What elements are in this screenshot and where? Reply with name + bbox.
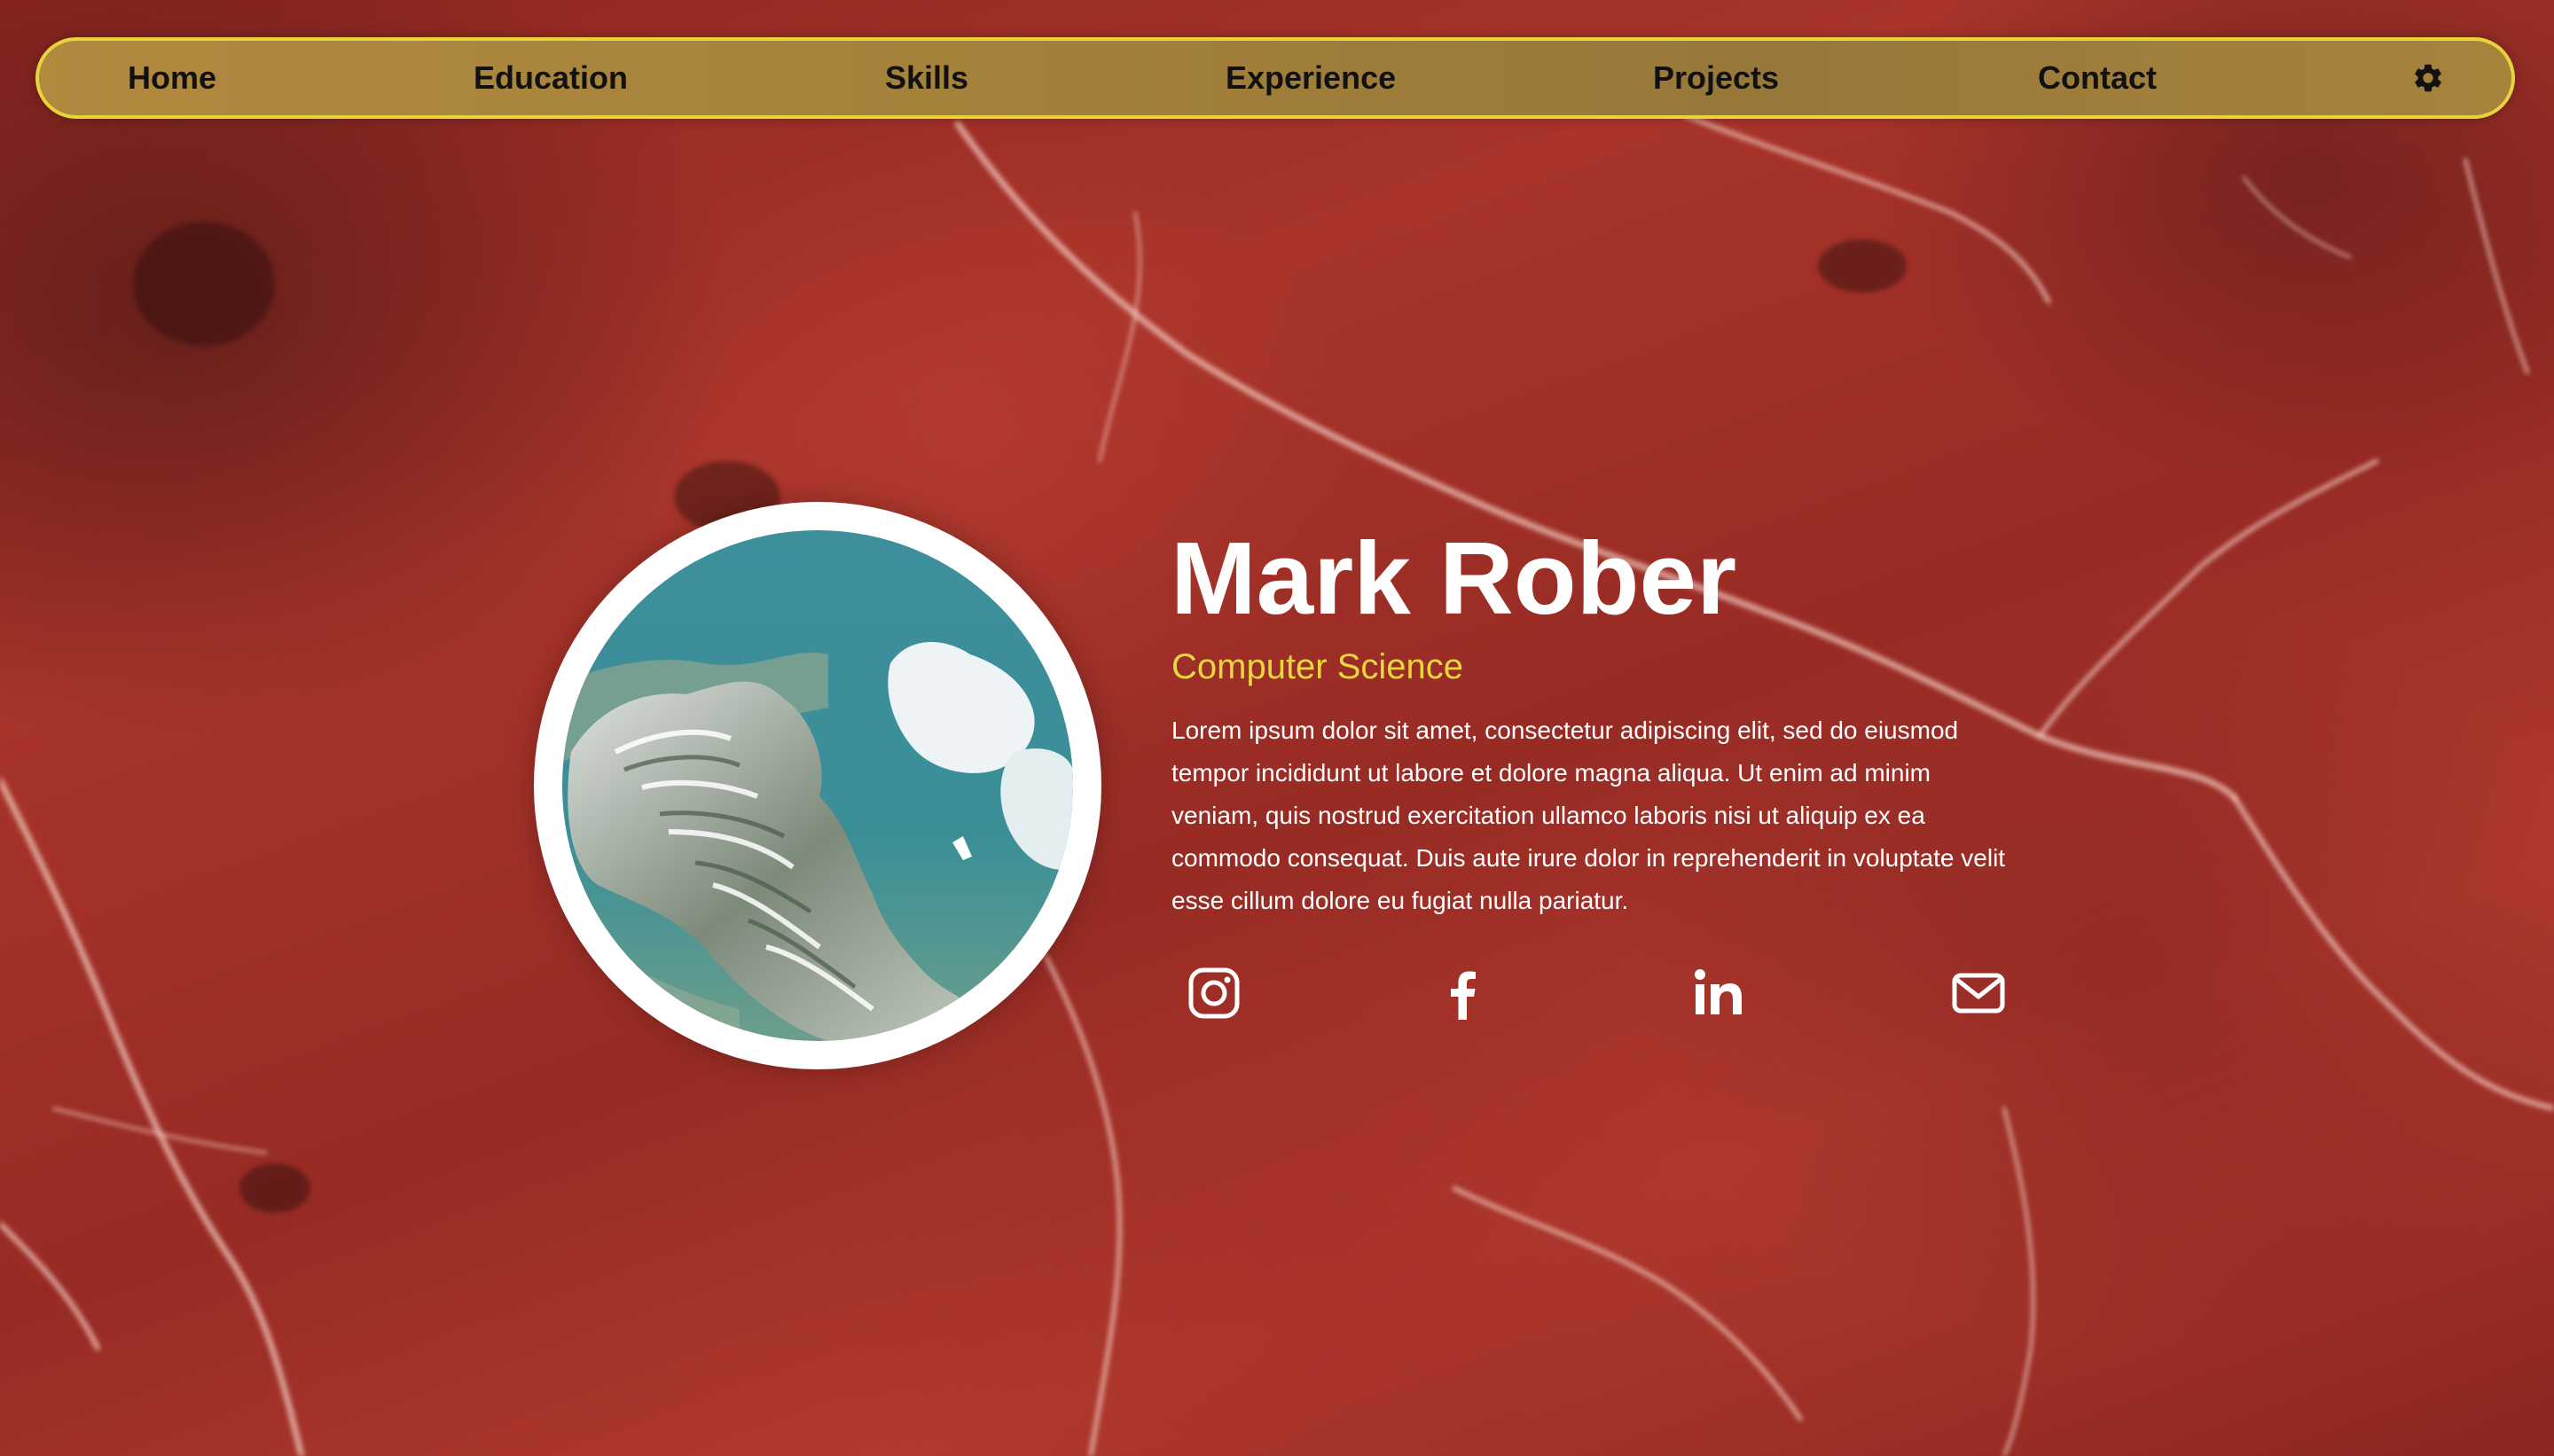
nav-item-skills[interactable]: Skills <box>885 41 968 115</box>
avatar <box>562 530 1073 1041</box>
nav-item-projects[interactable]: Projects <box>1653 41 1779 115</box>
nav-item-experience[interactable]: Experience <box>1226 41 1396 115</box>
avatar-frame <box>534 502 1101 1069</box>
facebook-icon[interactable] <box>1435 965 1492 1022</box>
profile-subtitle: Computer Science <box>1171 647 1464 686</box>
nav-item-contact[interactable]: Contact <box>2038 41 2157 115</box>
instagram-icon[interactable] <box>1186 965 1242 1022</box>
profile-bio: Lorem ipsum dolor sit amet, consectetur … <box>1171 716 2006 914</box>
gear-icon[interactable] <box>2411 61 2445 95</box>
email-icon[interactable] <box>1950 965 2007 1022</box>
nav-item-home[interactable]: Home <box>128 41 216 115</box>
profile-name: Mark Rober <box>1171 521 1737 636</box>
avatar-image <box>562 530 1073 1041</box>
top-navigation: Home Education Skills Experience Project… <box>35 37 2515 119</box>
linkedin-icon[interactable] <box>1690 965 1747 1022</box>
nav-item-education[interactable]: Education <box>474 41 628 115</box>
